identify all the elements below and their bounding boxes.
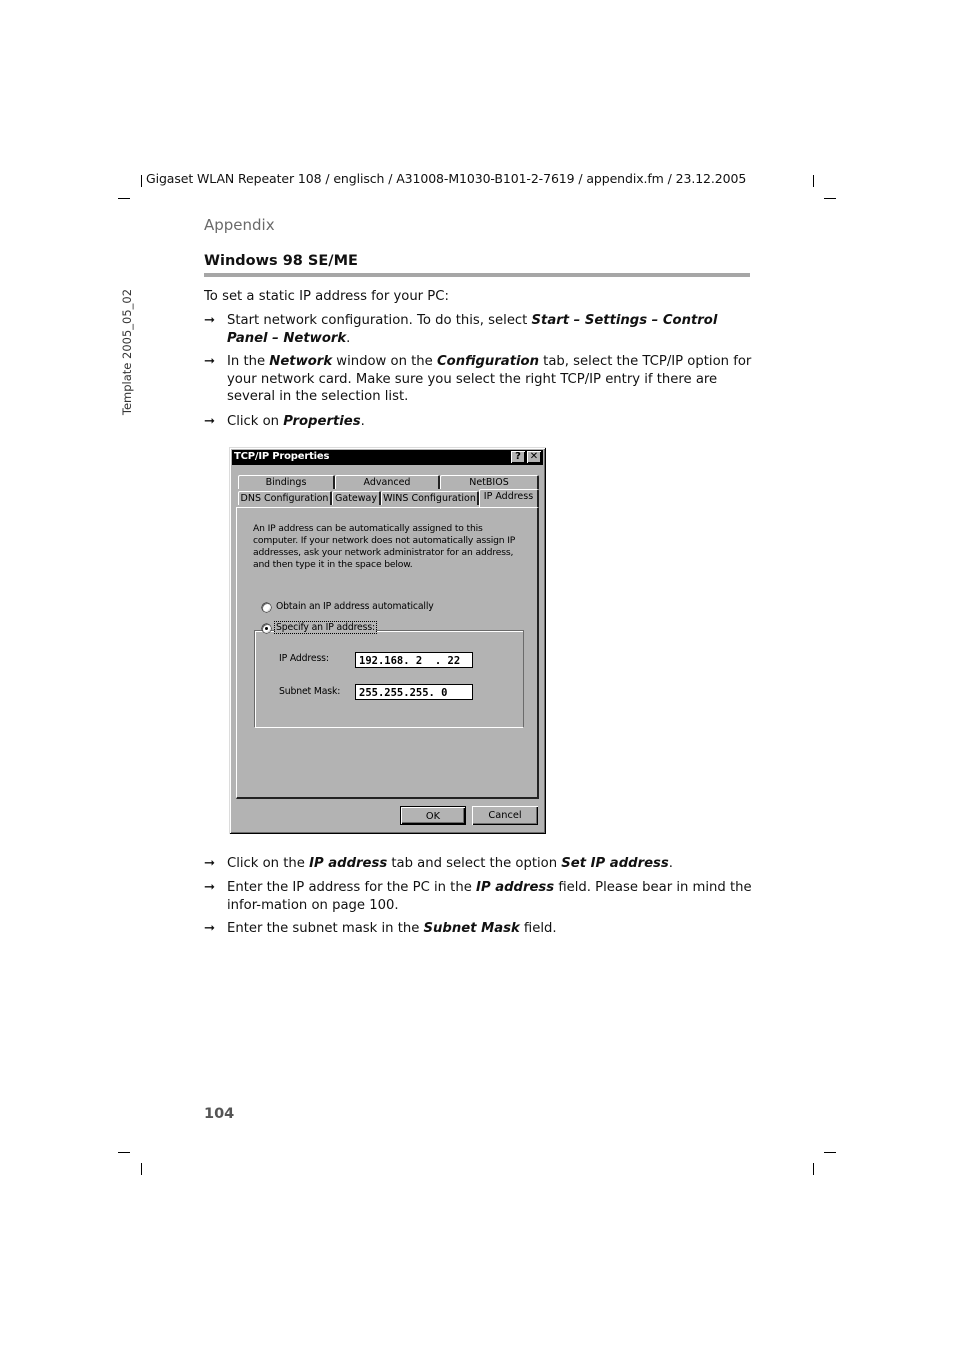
crop-mark	[824, 1152, 836, 1153]
step-text-fragment: .	[668, 856, 673, 871]
emphasis-term: Network	[269, 354, 333, 369]
step-text: Enter the subnet mask in the Subnet Mask…	[227, 920, 752, 938]
close-button[interactable]: ✕	[527, 451, 541, 463]
ip-address-field[interactable]: 192.168. 2 . 22	[355, 652, 473, 668]
intro-text: To set a static IP address for your PC:	[204, 289, 449, 304]
tab-dns-configuration[interactable]: DNS Configuration	[238, 491, 332, 505]
instruction-step: ➞ In the Network window on the Configurat…	[204, 353, 752, 406]
instruction-step: ➞ Start network configuration. To do this…	[204, 312, 752, 347]
emphasis-term: Subnet Mask	[423, 921, 520, 936]
ok-button[interactable]: OK	[400, 806, 466, 825]
emphasis-term: IP address	[309, 856, 388, 871]
step-text-fragment: .	[360, 414, 365, 429]
step-text: Click on the IP address tab and select t…	[227, 855, 752, 873]
step-text-fragment: In the	[227, 354, 270, 369]
step-text-fragment: window on the	[332, 354, 437, 369]
arrow-icon: ➞	[204, 921, 216, 936]
crop-mark	[118, 1152, 130, 1153]
step-text: Start network configuration. To do this,…	[227, 312, 752, 347]
template-label: Template 2005_05_02	[120, 288, 134, 416]
crop-mark	[141, 1163, 142, 1175]
close-icon: ✕	[529, 451, 539, 462]
instruction-step: ➞ Enter the subnet mask in the Subnet Mas…	[204, 920, 752, 938]
instruction-step: ➞ Enter the IP address for the PC in the …	[204, 879, 752, 914]
step-text: In the Network window on the Configurati…	[227, 353, 752, 406]
ip-address-label: IP Address:	[279, 653, 329, 664]
running-head: Gigaset WLAN Repeater 108 / englisch / A…	[146, 171, 747, 186]
tab-netbios[interactable]: NetBIOS	[440, 475, 539, 489]
crop-mark	[813, 1163, 814, 1175]
arrow-icon: ➞	[204, 880, 216, 895]
title-rule	[204, 273, 750, 277]
radio-specify-ip-label[interactable]: Specify an IP address:	[274, 621, 377, 634]
subnet-mask-label: Subnet Mask:	[279, 686, 341, 697]
instruction-step: ➞ Click on Properties.	[204, 413, 752, 431]
description-text: An IP address can be automatically assig…	[253, 523, 516, 570]
arrow-icon: ➞	[204, 414, 216, 429]
step-text-fragment: .	[346, 330, 351, 346]
cancel-button[interactable]: Cancel	[472, 806, 538, 825]
step-text-fragment: tab and select the option	[387, 856, 562, 871]
crop-mark	[118, 198, 130, 199]
step-text: Enter the IP address for the PC in the I…	[227, 879, 752, 914]
tab-bindings[interactable]: Bindings	[238, 475, 335, 489]
step-text-fragment: Click on	[227, 414, 284, 429]
section-label: Appendix	[204, 216, 275, 234]
tab-advanced[interactable]: Advanced	[335, 475, 440, 489]
dialog-titlebar: TCP/IP Properties ? ✕	[232, 450, 543, 465]
emphasis-term: Configuration	[436, 354, 539, 369]
ip-address-panel: An IP address can be automatically assig…	[236, 507, 539, 799]
header-bar	[141, 175, 142, 187]
dialog-title: TCP/IP Properties	[234, 451, 330, 462]
page-number: 104	[204, 1106, 235, 1122]
radio-obtain-automatically-label[interactable]: Obtain an IP address automatically	[276, 601, 434, 612]
page-title: Windows 98 SE/ME	[204, 253, 358, 269]
emphasis-term: IP address	[476, 880, 555, 895]
arrow-icon: ➞	[204, 313, 216, 328]
instruction-step: ➞ Click on the IP address tab and select …	[204, 855, 752, 873]
step-text-fragment: Enter the subnet mask in the	[227, 921, 424, 936]
arrow-icon: ➞	[204, 354, 216, 369]
help-button[interactable]: ?	[511, 451, 525, 463]
step-text-fragment: Start network configuration. To do this,…	[227, 313, 532, 328]
tab-wins-configuration[interactable]: WINS Configuration	[381, 491, 479, 505]
arrow-icon: ➞	[204, 856, 216, 871]
crop-mark	[813, 175, 814, 187]
radio-obtain-automatically[interactable]	[262, 603, 271, 612]
crop-mark	[824, 198, 836, 199]
tab-ip-address[interactable]: IP Address	[479, 489, 539, 507]
radio-specify-ip[interactable]	[262, 624, 271, 633]
step-text-fragment: Click on the	[227, 856, 310, 871]
emphasis-term: Properties	[283, 414, 361, 429]
step-text-fragment: Enter the IP address for the PC in the	[227, 880, 477, 895]
tab-gateway[interactable]: Gateway	[332, 491, 381, 505]
step-text-fragment: field.	[519, 921, 557, 936]
subnet-mask-field[interactable]: 255.255.255. 0	[355, 684, 473, 700]
step-text: Click on Properties.	[227, 413, 752, 431]
tcpip-properties-dialog: TCP/IP Properties ? ✕ Bindings Advanced …	[229, 447, 546, 834]
emphasis-term: Set IP address	[561, 856, 669, 871]
specify-ip-group	[254, 630, 524, 728]
